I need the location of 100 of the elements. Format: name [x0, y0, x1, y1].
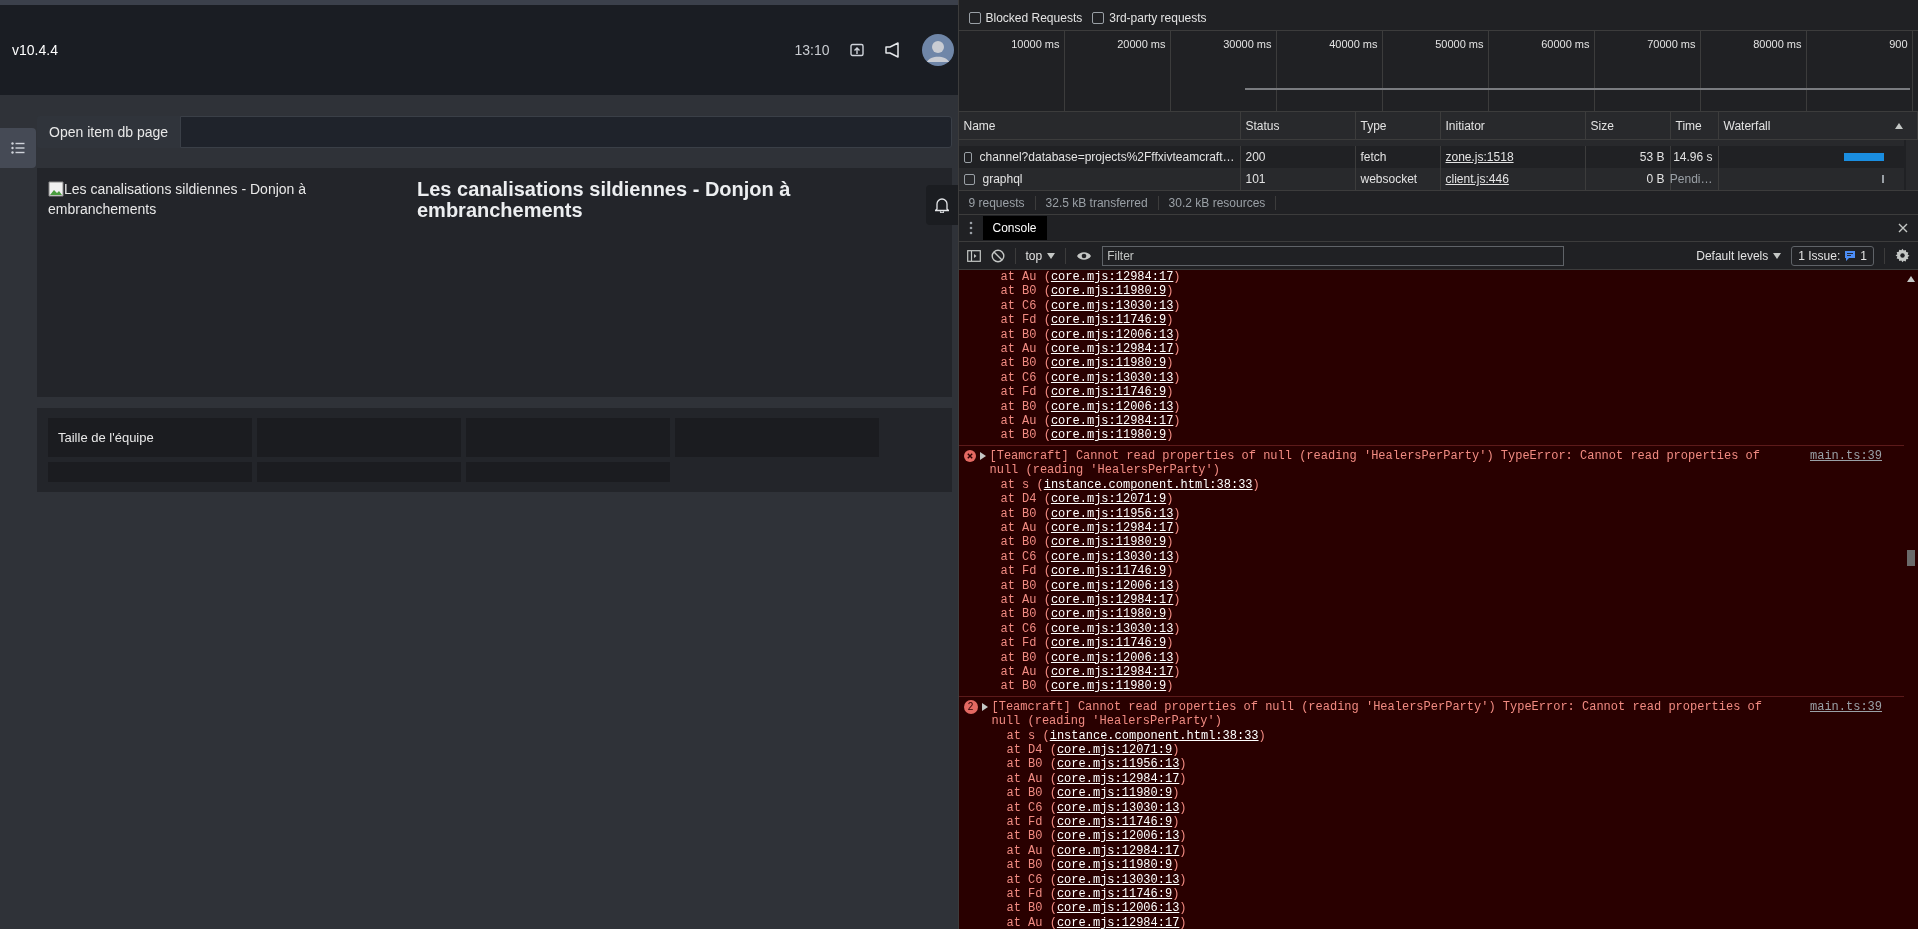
stack-frame-link[interactable]: core.mjs:11980:9 [1056, 858, 1173, 873]
scrollbar-thumb[interactable] [1907, 550, 1915, 566]
stack-frame-link[interactable]: core.mjs:12006:13 [1050, 327, 1174, 342]
stack-frame-link[interactable]: core.mjs:12984:17 [1050, 342, 1174, 357]
stack-frame-text: ) [1166, 564, 1174, 579]
stack-frame-link[interactable]: core.mjs:11980:9 [1050, 535, 1167, 550]
stack-frame-text: ) [1172, 887, 1180, 902]
console-tab[interactable]: Console [982, 216, 1047, 240]
column-header[interactable]: Type [1355, 112, 1441, 139]
megaphone-icon[interactable] [883, 42, 902, 58]
scroll-up-icon[interactable] [1907, 276, 1915, 282]
stack-frame-link[interactable]: core.mjs:11746:9 [1056, 887, 1173, 902]
stack-frame-link[interactable]: core.mjs:12984:17 [1050, 414, 1174, 429]
stack-frame-link[interactable]: core.mjs:12006:13 [1050, 578, 1174, 593]
stack-frame-link[interactable]: core.mjs:12984:17 [1050, 664, 1174, 679]
issues-button[interactable]: 1 Issue: 1 [1791, 245, 1874, 266]
stack-frame-link[interactable]: instance.component.html:38:33 [1043, 477, 1253, 492]
stack-frame-link[interactable]: core.mjs:13030:13 [1050, 621, 1174, 636]
stack-frame-link[interactable]: core.mjs:13030:13 [1050, 370, 1174, 385]
stack-frame-link[interactable]: core.mjs:11980:9 [1056, 786, 1173, 801]
stack-frame-text: at Au ( [1000, 270, 1051, 284]
tick-label: 80000 ms [1753, 38, 1802, 50]
filter-field[interactable]: Filter [1102, 245, 1565, 266]
column-header[interactable]: Time [1670, 112, 1719, 139]
column-header[interactable]: Initiator [1440, 112, 1586, 139]
column-header[interactable]: Name [958, 112, 1241, 139]
stack-frame-link[interactable]: core.mjs:13030:13 [1056, 800, 1180, 815]
stack-frame-link[interactable]: core.mjs:11980:9 [1050, 284, 1167, 299]
close-icon[interactable] [1898, 223, 1908, 233]
stack-frame-link[interactable]: core.mjs:12006:13 [1050, 650, 1174, 665]
stack-frame-link[interactable]: core.mjs:12984:17 [1050, 520, 1174, 535]
initiator-link[interactable]: client.js:446 [1445, 172, 1509, 186]
stack-frame-link[interactable]: core.mjs:12006:13 [1056, 829, 1180, 844]
sidebar-toggle-button[interactable] [0, 128, 36, 168]
column-header[interactable]: Size [1585, 112, 1671, 139]
stack-frame-text: ) [1166, 492, 1174, 507]
stack-frame-link[interactable]: core.mjs:11980:9 [1050, 607, 1167, 622]
stack-frame-link[interactable]: core.mjs:11956:13 [1050, 506, 1174, 521]
stack-frame-link[interactable]: core.mjs:11746:9 [1050, 313, 1167, 328]
stack-frame-link[interactable]: core.mjs:11980:9 [1050, 428, 1167, 443]
stack-frame-text: at Fd ( [1000, 385, 1051, 400]
stack-frame-link[interactable]: core.mjs:13030:13 [1056, 872, 1180, 887]
log-levels-dropdown[interactable]: Default levels [1696, 248, 1782, 263]
stack-frame-link[interactable]: core.mjs:12071:9 [1050, 492, 1167, 507]
expand-triangle-icon[interactable] [979, 451, 986, 460]
stack-frame-text: ) [1179, 771, 1187, 786]
settings-icon[interactable] [1895, 248, 1910, 263]
bell-icon [934, 197, 949, 213]
column-header[interactable]: Status [1240, 112, 1356, 139]
stack-frame-link[interactable]: core.mjs:11746:9 [1050, 385, 1167, 400]
expand-triangle-icon[interactable] [981, 702, 988, 711]
stack-frame-text: ) [1166, 356, 1174, 371]
stack-frame-link[interactable]: core.mjs:12984:17 [1056, 771, 1180, 786]
stack-frame-link[interactable]: core.mjs:13030:13 [1050, 549, 1174, 564]
sort-up-icon[interactable] [1894, 122, 1904, 130]
request-name[interactable]: channel?database=projects%2Fffxivteamcraft… [979, 150, 1235, 164]
stack-frame-link[interactable]: core.mjs:12006:13 [1050, 399, 1174, 414]
source-link[interactable]: main.ts:39 [1810, 699, 1882, 715]
stack-frame-text: ) [1179, 872, 1187, 887]
time-text: 14.96 s [1673, 150, 1713, 164]
filter-checkbox[interactable]: Blocked Requests [968, 11, 1083, 25]
stack-frame-link[interactable]: core.mjs:11980:9 [1050, 679, 1167, 694]
stack-frame-link[interactable]: core.mjs:12984:17 [1050, 592, 1174, 607]
eye-icon[interactable] [1076, 250, 1093, 261]
request-name[interactable]: graphql [982, 172, 1023, 186]
avatar[interactable] [921, 34, 954, 66]
stack-frame-text: at Au ( [1000, 592, 1051, 607]
stack-frame-text: ) [1179, 901, 1187, 916]
stack-frame-link[interactable]: core.mjs:11746:9 [1056, 815, 1173, 830]
stack-frame-link[interactable]: core.mjs:12006:13 [1056, 901, 1180, 916]
stack-frame-text: at B0 ( [1000, 428, 1051, 443]
context-dropdown[interactable]: top [1025, 248, 1056, 263]
stack-frame-link[interactable]: core.mjs:12984:17 [1056, 843, 1180, 858]
notifications-button[interactable] [925, 185, 958, 225]
initiator-link[interactable]: zone.js:1518 [1445, 150, 1514, 164]
error-message: [Teamcraft] Cannot read properties of null (reading 'HealersPerParty') TypeError: Cannot read properties of null (reading 'HealersPerParty') [989, 448, 1762, 478]
caret-down-icon [1773, 252, 1782, 259]
input-field[interactable] [180, 116, 952, 148]
stack-frame-link[interactable]: core.mjs:11746:9 [1050, 636, 1167, 651]
stack-frame-link[interactable]: core.mjs:12984:17 [1056, 915, 1180, 929]
stack-frame-text: ) [1179, 843, 1187, 858]
sidebar-icon[interactable] [966, 249, 981, 262]
stack-frame-text: ) [1173, 370, 1181, 385]
stack-frame-link[interactable]: core.mjs:11746:9 [1050, 564, 1167, 579]
filter-checkbox[interactable]: 3rd-party requests [1092, 11, 1207, 25]
window-upload-icon[interactable] [849, 43, 864, 57]
stack-frame-link[interactable]: instance.component.html:38:33 [1049, 728, 1259, 743]
summary-text: 9 requests [958, 195, 1036, 210]
source-link[interactable]: main.ts:39 [1810, 448, 1882, 464]
row-checkbox[interactable] [963, 173, 975, 185]
stack-frame-link[interactable]: core.mjs:13030:13 [1050, 298, 1174, 313]
stack-frame-link[interactable]: core.mjs:12984:17 [1050, 270, 1174, 284]
stack-frame-link[interactable]: core.mjs:11956:13 [1056, 757, 1180, 772]
stack-frame-link[interactable]: core.mjs:11980:9 [1050, 356, 1167, 371]
scrollbar[interactable] [1906, 140, 1918, 190]
row-checkbox[interactable] [963, 151, 972, 163]
more-icon[interactable] [968, 221, 973, 235]
clear-icon[interactable] [990, 248, 1005, 263]
stack-frame-text: at B0 ( [1000, 607, 1051, 622]
stack-frame-link[interactable]: core.mjs:12071:9 [1056, 743, 1173, 757]
